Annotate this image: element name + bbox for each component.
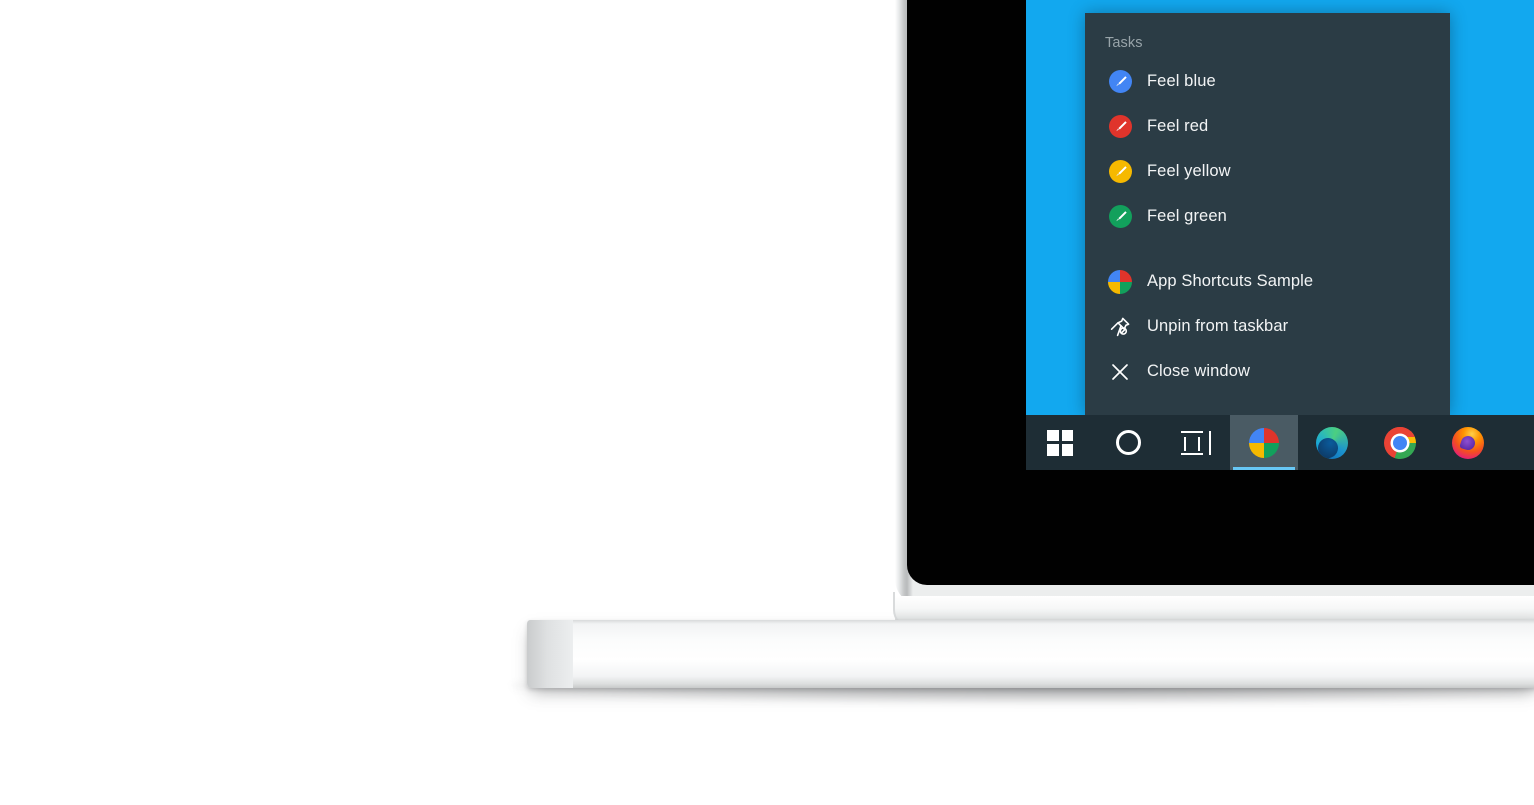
- jumplist-item-label: Feel green: [1147, 207, 1227, 225]
- jumplist-item-label: Unpin from taskbar: [1147, 317, 1289, 335]
- jumplist-header-tasks: Tasks: [1105, 35, 1143, 51]
- laptop-base-left-edge: [527, 620, 573, 688]
- brush-red-icon: [1103, 115, 1137, 138]
- jumplist-item-label: Feel red: [1147, 117, 1209, 135]
- taskbar-item-firefox[interactable]: [1434, 415, 1502, 470]
- brush-blue-icon: [1103, 70, 1137, 93]
- jumplist-separator-gap: [1085, 239, 1450, 259]
- brush-yellow-icon: [1103, 160, 1137, 183]
- cortana-button[interactable]: [1094, 415, 1162, 470]
- windows-taskbar: [1026, 415, 1534, 470]
- laptop-base: [527, 620, 1534, 688]
- task-view-button[interactable]: [1162, 415, 1230, 470]
- taskbar-item-app-shortcuts-sample[interactable]: [1230, 415, 1298, 470]
- unpin-icon: [1103, 315, 1137, 339]
- jumplist-item-unpin-from-taskbar[interactable]: Unpin from taskbar: [1085, 304, 1450, 349]
- cortana-circle-icon: [1115, 430, 1141, 455]
- chrome-icon: [1384, 426, 1416, 459]
- close-icon: [1103, 360, 1137, 384]
- jumplist-item-close-window[interactable]: Close window: [1085, 349, 1450, 394]
- jumplist-item-label: App Shortcuts Sample: [1147, 272, 1314, 290]
- jumplist-item-feel-green[interactable]: Feel green: [1085, 194, 1450, 239]
- task-view-icon: [1181, 430, 1211, 455]
- firefox-icon: [1452, 426, 1484, 459]
- jumplist-item-label: Close window: [1147, 362, 1250, 380]
- jumplist-item-label: Feel blue: [1147, 72, 1216, 90]
- jumplist-item-feel-blue[interactable]: Feel blue: [1085, 59, 1450, 104]
- windows-logo-icon: [1047, 429, 1073, 456]
- jumplist-item-feel-red[interactable]: Feel red: [1085, 104, 1450, 149]
- taskbar-item-edge[interactable]: [1298, 415, 1366, 470]
- app-quadrant-icon: [1103, 269, 1137, 294]
- edge-icon: [1316, 426, 1348, 459]
- app-quadrant-icon: [1249, 427, 1279, 458]
- jumplist-item-app-shortcuts-sample[interactable]: App Shortcuts Sample: [1085, 259, 1450, 304]
- laptop-mockup: Tasks Feel blue Feel red Feel yellow Fee…: [0, 0, 1534, 805]
- jumplist-item-label: Feel yellow: [1147, 162, 1231, 180]
- taskbar-item-chrome[interactable]: [1366, 415, 1434, 470]
- laptop-screen: Tasks Feel blue Feel red Feel yellow Fee…: [1026, 0, 1534, 470]
- jumplist-context-menu: Tasks Feel blue Feel red Feel yellow Fee…: [1085, 13, 1450, 415]
- jumplist-item-feel-yellow[interactable]: Feel yellow: [1085, 149, 1450, 194]
- brush-green-icon: [1103, 205, 1137, 228]
- start-button[interactable]: [1026, 415, 1094, 470]
